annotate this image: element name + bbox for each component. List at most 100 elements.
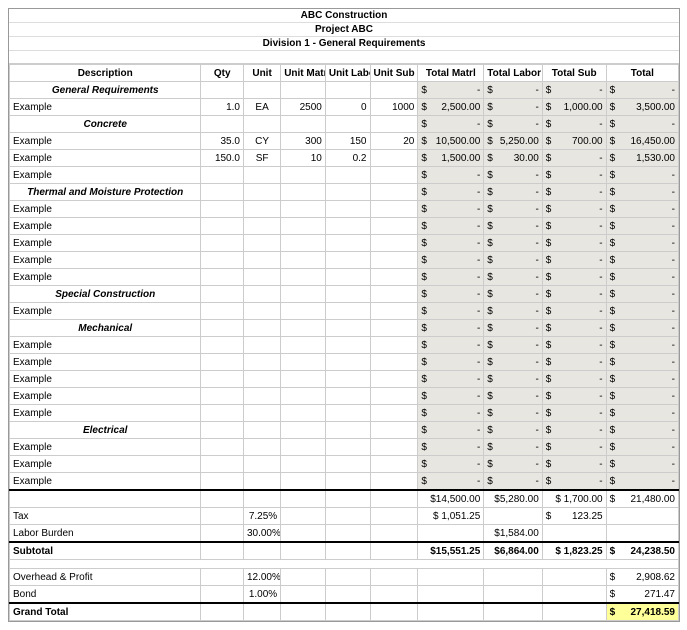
cell[interactable] (325, 354, 370, 371)
cell[interactable] (243, 405, 280, 422)
cell[interactable] (281, 337, 326, 354)
cell[interactable] (325, 218, 370, 235)
cell[interactable] (281, 354, 326, 371)
cell[interactable] (370, 82, 418, 99)
cell[interactable] (243, 252, 280, 269)
cell[interactable] (281, 286, 326, 303)
cell[interactable] (201, 422, 244, 439)
cell[interactable] (243, 184, 280, 201)
cell[interactable] (201, 252, 244, 269)
cell[interactable] (243, 201, 280, 218)
cell[interactable] (370, 473, 418, 491)
cell[interactable] (281, 320, 326, 337)
cell[interactable] (281, 184, 326, 201)
cell[interactable] (281, 422, 326, 439)
cell[interactable] (370, 218, 418, 235)
cell[interactable] (201, 235, 244, 252)
cell[interactable] (325, 235, 370, 252)
cell[interactable] (201, 371, 244, 388)
cell[interactable] (325, 201, 370, 218)
cell[interactable] (243, 218, 280, 235)
cell[interactable] (201, 286, 244, 303)
cell[interactable] (281, 252, 326, 269)
cell[interactable] (325, 116, 370, 133)
cell[interactable] (370, 456, 418, 473)
cell[interactable] (281, 218, 326, 235)
cell[interactable] (201, 456, 244, 473)
cell[interactable]: Example (10, 388, 201, 405)
cell[interactable] (370, 252, 418, 269)
cell[interactable] (201, 218, 244, 235)
cell[interactable] (325, 320, 370, 337)
cell[interactable] (370, 269, 418, 286)
cell[interactable] (370, 388, 418, 405)
cell[interactable] (243, 422, 280, 439)
cell[interactable] (325, 388, 370, 405)
cell[interactable] (243, 286, 280, 303)
cell[interactable]: 20 (370, 133, 418, 150)
cell[interactable] (201, 473, 244, 491)
cell[interactable]: 2500 (281, 99, 326, 116)
cell[interactable] (370, 167, 418, 184)
cell[interactable] (281, 388, 326, 405)
cell[interactable] (370, 286, 418, 303)
cell[interactable] (243, 235, 280, 252)
cell[interactable] (201, 405, 244, 422)
cell[interactable]: Example (10, 133, 201, 150)
cell[interactable] (281, 439, 326, 456)
cell[interactable]: 0.2 (325, 150, 370, 167)
cell[interactable]: Example (10, 354, 201, 371)
cell[interactable] (325, 422, 370, 439)
cell[interactable]: Example (10, 439, 201, 456)
cell[interactable] (281, 269, 326, 286)
cell[interactable] (201, 439, 244, 456)
cell[interactable] (325, 269, 370, 286)
cell[interactable] (201, 388, 244, 405)
cell[interactable] (201, 201, 244, 218)
cell[interactable]: 10 (281, 150, 326, 167)
cell[interactable]: Example (10, 235, 201, 252)
cell[interactable]: Example (10, 150, 201, 167)
cell[interactable] (325, 82, 370, 99)
cell[interactable] (243, 320, 280, 337)
cell[interactable] (201, 354, 244, 371)
cell[interactable] (243, 456, 280, 473)
cell[interactable]: EA (243, 99, 280, 116)
cell[interactable]: 150 (325, 133, 370, 150)
cell[interactable] (325, 184, 370, 201)
cell[interactable] (281, 405, 326, 422)
cell[interactable]: Example (10, 269, 201, 286)
cell[interactable] (243, 439, 280, 456)
cell[interactable] (201, 184, 244, 201)
cell[interactable] (243, 116, 280, 133)
cell[interactable] (281, 473, 326, 491)
cell[interactable] (201, 82, 244, 99)
cell[interactable] (370, 184, 418, 201)
cell[interactable] (281, 456, 326, 473)
cell[interactable] (370, 439, 418, 456)
cell[interactable] (370, 303, 418, 320)
cell[interactable] (243, 371, 280, 388)
cell[interactable]: Example (10, 218, 201, 235)
cell[interactable] (370, 422, 418, 439)
cell[interactable] (325, 371, 370, 388)
cell[interactable] (325, 252, 370, 269)
cell[interactable] (370, 235, 418, 252)
cell[interactable] (370, 320, 418, 337)
cell[interactable]: SF (243, 150, 280, 167)
cell[interactable] (370, 405, 418, 422)
cell[interactable]: 1000 (370, 99, 418, 116)
cell[interactable]: Example (10, 473, 201, 491)
cell[interactable] (243, 269, 280, 286)
cell[interactable] (370, 337, 418, 354)
labor-burden-pct[interactable]: 30.00% (243, 525, 280, 543)
cell[interactable] (370, 371, 418, 388)
cell[interactable]: 1.0 (201, 99, 244, 116)
cell[interactable] (281, 82, 326, 99)
cell[interactable] (281, 235, 326, 252)
cell[interactable]: CY (243, 133, 280, 150)
cell[interactable] (325, 337, 370, 354)
cell[interactable] (325, 439, 370, 456)
cell[interactable]: 35.0 (201, 133, 244, 150)
cell[interactable] (370, 116, 418, 133)
